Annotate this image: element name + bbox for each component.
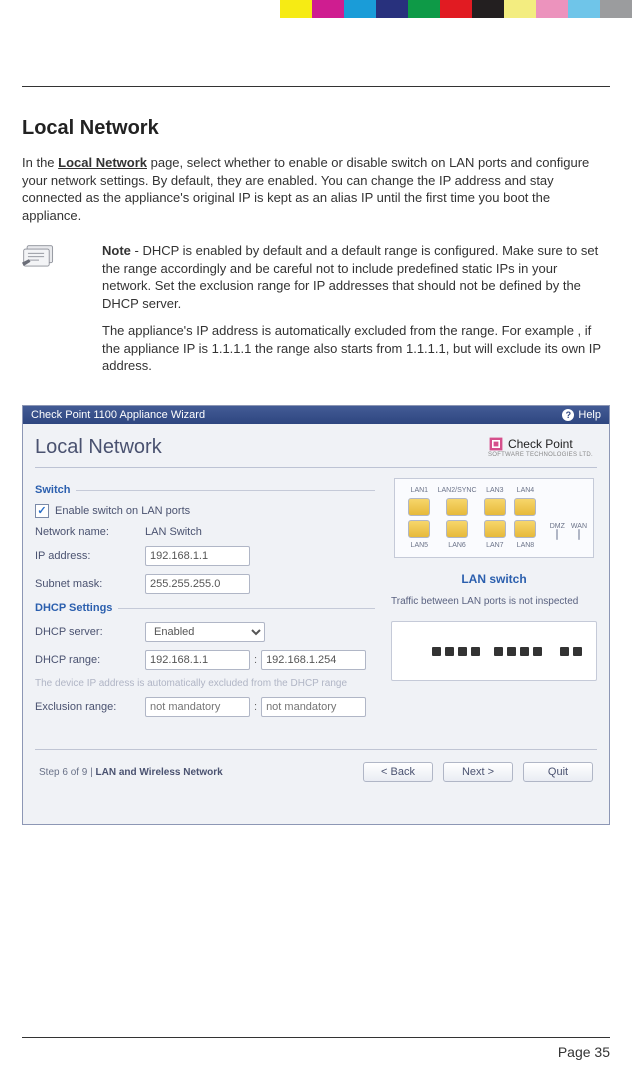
color-swatch xyxy=(472,0,504,18)
port-label: LAN2/SYNC xyxy=(438,487,477,494)
color-swatch xyxy=(280,0,312,18)
next-button[interactable]: Next > xyxy=(443,762,513,782)
wizard-title: Check Point 1100 Appliance Wizard xyxy=(31,409,205,421)
color-swatch xyxy=(536,0,568,18)
section-switch: Switch xyxy=(35,484,375,496)
color-swatch xyxy=(408,0,440,18)
help-label: Help xyxy=(578,409,601,421)
enable-switch-label: Enable switch on LAN ports xyxy=(55,505,190,517)
intro-pre: In the xyxy=(22,155,58,170)
intro-bold: Local Network xyxy=(58,155,147,170)
color-swatch xyxy=(568,0,600,18)
step-bold: LAN and Wireless Network xyxy=(96,767,223,778)
dhcp-range-label: DHCP range: xyxy=(35,654,145,666)
ip-address-label: IP address: xyxy=(35,550,145,562)
exclusion-from-input[interactable] xyxy=(145,697,250,717)
back-button[interactable]: < Back xyxy=(363,762,433,782)
traffic-note: Traffic between LAN ports is not inspect… xyxy=(391,596,597,607)
subnet-mask-label: Subnet mask: xyxy=(35,578,145,590)
check-icon: ✓ xyxy=(35,504,49,518)
exclusion-range-label: Exclusion range: xyxy=(35,701,145,713)
color-swatch xyxy=(504,0,536,18)
auto-exclude-note: The device IP address is automatically e… xyxy=(35,678,375,689)
note-p2: The appliance's IP address is automatica… xyxy=(102,322,610,375)
color-swatch xyxy=(440,0,472,18)
port-label: LAN8 xyxy=(513,542,538,549)
lan-port-icon xyxy=(514,520,536,538)
help-link[interactable]: ? Help xyxy=(562,409,601,421)
note-p1: Note - DHCP is enabled by default and a … xyxy=(102,242,610,312)
dhcp-server-label: DHCP server: xyxy=(35,626,145,638)
color-swatch xyxy=(344,0,376,18)
note-block: Note - DHCP is enabled by default and a … xyxy=(22,242,610,385)
section-switch-label: Switch xyxy=(35,484,70,496)
network-name-value: LAN Switch xyxy=(145,526,202,538)
dhcp-server-select[interactable]: Enabled xyxy=(145,622,265,642)
port-label: LAN3 xyxy=(483,487,508,494)
range-separator: : xyxy=(254,654,257,666)
port-label: LAN7 xyxy=(483,542,508,549)
lan-port-icon xyxy=(484,498,506,516)
lan-port-icon xyxy=(446,520,468,538)
wan-port-icon xyxy=(578,529,580,540)
lan-port-icon xyxy=(484,520,506,538)
section-dhcp: DHCP Settings xyxy=(35,602,375,614)
ports-diagram: LAN1 LAN2/SYNC LAN3 LAN4 xyxy=(394,478,594,558)
note-icon xyxy=(22,242,56,268)
network-name-label: Network name: xyxy=(35,526,145,538)
ip-address-input[interactable] xyxy=(145,546,250,566)
step-indicator: Step 6 of 9 | LAN and Wireless Network xyxy=(39,767,223,778)
port-label: LAN5 xyxy=(407,542,432,549)
color-swatch xyxy=(312,0,344,18)
wizard-window: Check Point 1100 Appliance Wizard ? Help… xyxy=(22,405,610,825)
color-strip xyxy=(280,0,632,18)
wizard-titlebar: Check Point 1100 Appliance Wizard ? Help xyxy=(23,406,609,424)
quit-button[interactable]: Quit xyxy=(523,762,593,782)
exclusion-to-input[interactable] xyxy=(261,697,366,717)
intro-paragraph: In the Local Network page, select whethe… xyxy=(22,154,610,224)
port-label: LAN6 xyxy=(438,542,477,549)
port-label: LAN1 xyxy=(407,487,432,494)
device-rear-image xyxy=(391,621,597,681)
lan-port-icon xyxy=(446,498,468,516)
subnet-mask-input[interactable] xyxy=(145,574,250,594)
brand-logo: Check Point SOFTWARE TECHNOLOGIES LTD. xyxy=(488,436,593,458)
lan-port-icon xyxy=(514,498,536,516)
color-swatch xyxy=(376,0,408,18)
enable-switch-checkbox[interactable]: ✓ Enable switch on LAN ports xyxy=(35,504,190,518)
exclusion-separator: : xyxy=(254,701,257,713)
section-dhcp-label: DHCP Settings xyxy=(35,602,112,614)
brand-name: Check Point xyxy=(508,438,573,450)
lan-switch-label: LAN switch xyxy=(391,572,597,586)
brand-sub: SOFTWARE TECHNOLOGIES LTD. xyxy=(488,452,593,458)
note-label: Note xyxy=(102,243,131,258)
lan-port-icon xyxy=(408,498,430,516)
heading-rule xyxy=(35,467,597,468)
dhcp-range-to-input[interactable] xyxy=(261,650,366,670)
note-p1-post: - DHCP is enabled by default and a defau… xyxy=(102,243,598,311)
top-rule xyxy=(22,86,610,87)
color-swatch xyxy=(600,0,632,18)
dhcp-range-from-input[interactable] xyxy=(145,650,250,670)
help-icon: ? xyxy=(562,409,574,421)
page-title: Local Network xyxy=(22,117,610,140)
step-pre: Step 6 of 9 | xyxy=(39,767,96,778)
page-number: Page 35 xyxy=(558,1044,610,1060)
page-footer: Page 35 xyxy=(22,1037,610,1060)
port-label: LAN4 xyxy=(513,487,538,494)
dmz-port-icon xyxy=(556,529,558,540)
lan-port-icon xyxy=(408,520,430,538)
